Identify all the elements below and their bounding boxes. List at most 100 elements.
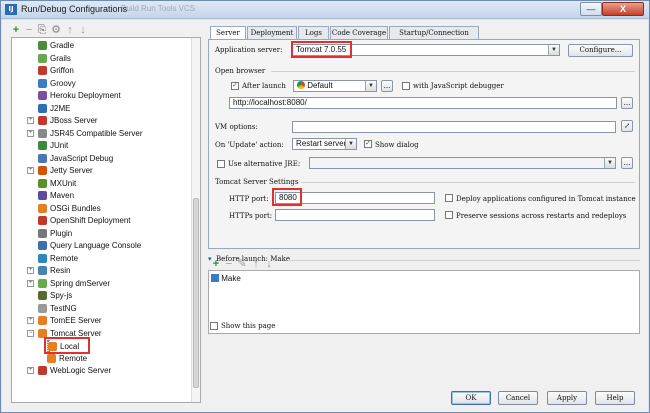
background-menu-ghost: Build Run Tools VCS	[121, 4, 196, 13]
tree-item-label: OpenShift Deployment	[50, 216, 131, 225]
app-server-highlight	[291, 41, 352, 58]
tree-item-label: Grails	[50, 53, 71, 63]
https-port-input[interactable]	[275, 209, 435, 221]
help-button[interactable]: Help	[595, 391, 635, 405]
tab-startup-connection[interactable]: Startup/Connection	[389, 26, 479, 39]
chevron-down-icon: ▼	[365, 81, 376, 91]
collapse-icon[interactable]: −	[27, 329, 34, 337]
http-port-label: HTTP port:	[229, 195, 269, 203]
tree-item-label: TestNG	[50, 303, 77, 313]
remove-config-icon[interactable]: −	[23, 24, 35, 36]
use-jre-checkbox[interactable]	[217, 160, 225, 168]
browser-more-button[interactable]: ...	[381, 80, 393, 92]
add-task-icon[interactable]: +	[210, 258, 222, 270]
close-window-button[interactable]: X	[602, 2, 644, 16]
list-item[interactable]: Make	[211, 273, 241, 284]
section-divider	[271, 71, 635, 72]
tab-server[interactable]: Server	[210, 26, 246, 40]
show-page-checkbox[interactable]	[210, 322, 218, 330]
remove-task-icon[interactable]: −	[223, 258, 235, 270]
url-input[interactable]: http://localhost:8080/	[229, 97, 617, 109]
config-type-icon	[38, 278, 47, 288]
on-update-select[interactable]: Restart server ▼	[292, 138, 357, 150]
js-debugger-checkbox[interactable]	[402, 82, 410, 90]
url-more-button[interactable]: ...	[621, 97, 633, 109]
vm-options-input[interactable]	[292, 121, 616, 133]
local-item-highlight	[44, 337, 90, 354]
scrollbar-thumb[interactable]	[193, 198, 199, 388]
expand-icon[interactable]: +	[27, 279, 34, 287]
settings-icon[interactable]: ⚙	[50, 24, 62, 36]
browser-select[interactable]: Default ▼	[293, 80, 377, 92]
move-down-icon[interactable]: ↓	[77, 24, 89, 36]
window-title: Run/Debug Configurations	[21, 4, 128, 14]
cancel-button[interactable]: Cancel	[498, 391, 538, 405]
jre-select[interactable]: ▼	[309, 157, 616, 169]
ok-button[interactable]: OK	[451, 391, 491, 405]
tab-logs[interactable]: Logs	[298, 26, 329, 39]
config-tree[interactable]: Gradle Grails Griffon Groovy Heroku Deployme…	[11, 37, 201, 403]
expand-icon[interactable]: +	[27, 367, 34, 374]
apply-button[interactable]: Apply	[547, 391, 587, 405]
use-jre-label: Use alternative JRE:	[228, 160, 301, 168]
show-dialog-label: Show dialog	[375, 141, 419, 149]
move-down-icon[interactable]: ↓	[263, 258, 275, 270]
tree-item-label: Maven	[50, 191, 75, 200]
tree-item-label: JavaScript Debug	[50, 153, 114, 163]
expand-icon[interactable]: +	[27, 167, 34, 174]
on-update-label: On 'Update' action:	[215, 141, 284, 149]
tree-item-label: Griffon	[50, 66, 74, 75]
show-dialog-checkbox[interactable]: ✓	[364, 140, 372, 148]
deploy-apps-checkbox[interactable]	[445, 194, 453, 202]
app-logo-icon: IJ	[5, 4, 17, 15]
expand-icon[interactable]: ⤢	[621, 120, 633, 132]
move-up-icon[interactable]: ↑	[250, 258, 262, 270]
config-type-icon	[38, 116, 47, 125]
config-type-icon	[38, 303, 47, 313]
config-type-icon	[38, 41, 47, 50]
tree-item-label: Resin	[50, 266, 71, 275]
tab-code-coverage[interactable]: Code Coverage	[330, 26, 388, 39]
config-type-icon	[47, 353, 56, 363]
section-divider	[301, 182, 635, 183]
section-divider	[288, 260, 640, 261]
tree-item-label: Jetty Server	[50, 166, 93, 175]
open-browser-label: Open browser	[215, 67, 266, 75]
move-up-icon[interactable]: ↑	[64, 24, 76, 36]
expand-icon[interactable]: +	[27, 317, 34, 324]
config-type-icon	[38, 266, 47, 275]
configure-button[interactable]: Configure...	[568, 44, 633, 57]
deploy-apps-label: Deploy applications configured in Tomcat…	[456, 195, 636, 203]
chevron-down-icon: ▼	[604, 158, 615, 168]
after-launch-checkbox[interactable]: ✓	[231, 82, 239, 90]
title-bar: IJ Run/Debug Configurations Build Run To…	[1, 1, 649, 19]
dialog-window: IJ Run/Debug Configurations Build Run To…	[0, 0, 650, 413]
config-type-icon	[38, 291, 47, 300]
tree-scrollbar[interactable]	[191, 38, 200, 402]
jre-more-button[interactable]: ...	[621, 157, 633, 169]
tree-item-label: Groovy	[50, 78, 76, 88]
expand-icon[interactable]: +	[27, 129, 34, 137]
preserve-sessions-checkbox[interactable]	[445, 211, 453, 219]
expand-icon[interactable]: +	[27, 267, 34, 274]
tree-item-label: Remote	[50, 253, 79, 263]
add-config-icon[interactable]: +	[10, 24, 22, 36]
config-type-icon	[38, 241, 47, 250]
minimize-button[interactable]: —	[580, 2, 602, 16]
chevron-down-icon: ▼	[548, 45, 559, 55]
tomcat-settings-label: Tomcat Server Settings	[215, 178, 299, 186]
config-type-icon	[38, 153, 47, 163]
config-type-icon	[38, 203, 47, 213]
config-type-icon	[38, 366, 47, 375]
tree-item-label: MXUnit	[50, 178, 77, 188]
edit-task-icon[interactable]: ✎	[236, 258, 248, 270]
expand-icon[interactable]: +	[27, 117, 34, 124]
tree-item-label: JUnit	[50, 141, 69, 150]
vm-options-label: VM options:	[215, 123, 258, 131]
tree-item-label: WebLogic Server	[50, 366, 112, 375]
copy-config-icon[interactable]: ⎘	[36, 24, 48, 36]
tab-deployment[interactable]: Deployment	[247, 26, 297, 39]
config-type-icon	[38, 178, 47, 188]
config-type-icon	[38, 216, 47, 225]
app-server-label: Application server:	[215, 46, 283, 54]
